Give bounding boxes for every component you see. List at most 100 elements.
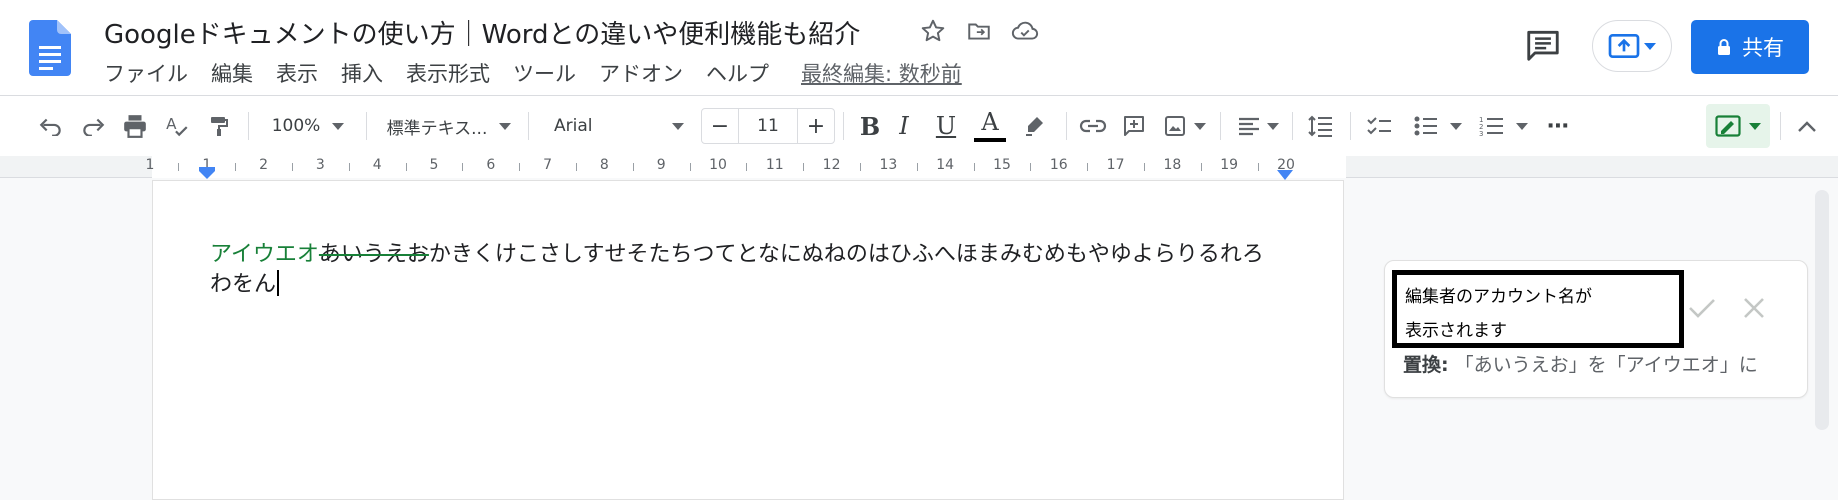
menu-addons[interactable]: アドオン xyxy=(599,58,683,88)
ruler-tick xyxy=(178,163,180,171)
ruler-tick xyxy=(803,163,805,171)
document-page[interactable] xyxy=(152,180,1344,500)
suggested-deletion[interactable]: あいうえお xyxy=(319,242,429,267)
bold-button[interactable]: B xyxy=(852,96,888,156)
replace-description: 置換: 「あいうえお」を「アイウエオ」に xyxy=(1403,350,1758,377)
font-size-input[interactable]: 11 xyxy=(738,109,798,143)
reject-suggestion-icon[interactable] xyxy=(1736,290,1772,326)
chevron-down-icon xyxy=(1194,122,1206,130)
suggesting-mode-button[interactable] xyxy=(1706,104,1770,148)
accept-suggestion-icon[interactable] xyxy=(1684,290,1720,326)
ruler-label: 5 xyxy=(429,157,439,173)
menu-view[interactable]: 表示 xyxy=(276,58,318,88)
paint-format-icon[interactable] xyxy=(202,96,236,156)
ruler-label: 13 xyxy=(879,157,898,173)
underline-button[interactable]: U xyxy=(928,96,964,156)
link-icon[interactable] xyxy=(1074,96,1112,156)
share-label: 共有 xyxy=(1742,36,1784,60)
ruler-label: 3 xyxy=(315,157,325,173)
body-text: わをん xyxy=(210,272,277,297)
collapse-menus-icon[interactable] xyxy=(1790,96,1824,156)
ruler-tick xyxy=(405,163,407,171)
zoom-select[interactable]: 100% xyxy=(260,96,356,156)
add-comment-icon[interactable] xyxy=(1116,96,1152,156)
ruler-label: 1 xyxy=(145,157,155,173)
print-icon[interactable] xyxy=(118,96,152,156)
document-line-1[interactable]: アイウエオあいうえおかきくけこさしすせそたちつてとなにぬねのはひふへほまみむめも… xyxy=(210,236,1264,268)
insert-image-icon[interactable] xyxy=(1160,96,1210,156)
align-icon[interactable] xyxy=(1234,96,1282,156)
ruler-label: 9 xyxy=(656,157,666,173)
chevron-down-icon xyxy=(672,122,684,130)
menu-file[interactable]: ファイル xyxy=(104,58,188,88)
annotation-line: 表示されます xyxy=(1405,321,1507,341)
checklist-icon[interactable] xyxy=(1360,96,1398,156)
spellcheck-icon[interactable]: A xyxy=(160,96,194,156)
ruler-label: 6 xyxy=(486,157,496,173)
text-cursor xyxy=(277,270,280,296)
ruler-tick xyxy=(689,163,691,171)
body-text: かきくけこさしすせそたちつてとなにぬねのはひふへほまみむめもやゆよらりるれろ xyxy=(428,242,1264,267)
increase-font-size-button[interactable]: + xyxy=(798,109,834,143)
left-indent-marker[interactable] xyxy=(199,164,215,179)
ruler-label: 10 xyxy=(709,157,727,173)
menu-edit[interactable]: 編集 xyxy=(211,58,253,88)
share-button[interactable]: 共有 xyxy=(1691,20,1809,74)
ruler-label: 7 xyxy=(543,157,553,173)
decrease-font-size-button[interactable]: − xyxy=(702,109,738,143)
undo-icon[interactable] xyxy=(34,96,68,156)
right-indent-marker[interactable] xyxy=(1277,165,1293,180)
bulleted-list-dropdown[interactable] xyxy=(1446,96,1466,156)
move-to-folder-icon[interactable] xyxy=(964,16,994,46)
menu-format[interactable]: 表示形式 xyxy=(406,58,490,88)
numbered-list-icon[interactable]: 123 xyxy=(1474,96,1510,156)
highlight-icon[interactable] xyxy=(1016,96,1052,156)
ruler-tick xyxy=(348,163,350,171)
suggested-insertion[interactable]: アイウエオ xyxy=(210,242,319,267)
ruler-label: 8 xyxy=(599,157,609,173)
menu-help[interactable]: ヘルプ xyxy=(706,58,769,88)
ruler-label: 12 xyxy=(822,157,841,173)
ruler-tick xyxy=(916,163,918,171)
style-select[interactable]: 標準テキス... xyxy=(378,96,520,156)
bulleted-list-icon[interactable] xyxy=(1406,96,1446,156)
lock-icon xyxy=(1718,39,1730,55)
chevron-down-icon xyxy=(1267,122,1279,130)
vertical-scrollbar[interactable] xyxy=(1815,190,1829,430)
docs-logo-icon[interactable] xyxy=(29,20,71,76)
document-line-2[interactable]: わをん xyxy=(210,266,280,298)
ruler-label: 4 xyxy=(372,157,382,173)
chevron-down-icon xyxy=(1749,122,1761,130)
numbered-list-dropdown[interactable] xyxy=(1512,96,1532,156)
chevron-down-icon xyxy=(1516,122,1528,130)
present-button[interactable] xyxy=(1592,20,1672,72)
menu-insert[interactable]: 挿入 xyxy=(341,58,383,88)
ruler-tick xyxy=(576,163,577,171)
ruler-tick xyxy=(1087,163,1089,171)
ruler-tick xyxy=(1144,163,1145,171)
suggest-edit-icon xyxy=(1715,115,1741,137)
font-select[interactable]: Arial xyxy=(540,96,692,156)
comment-history-icon[interactable] xyxy=(1524,26,1562,64)
italic-button[interactable]: I xyxy=(886,96,922,156)
ruler-label: 14 xyxy=(936,157,955,173)
ruler-tick xyxy=(746,163,748,171)
ruler-tick xyxy=(973,163,975,171)
ruler-tick xyxy=(1030,163,1032,171)
star-icon[interactable] xyxy=(918,16,948,46)
cloud-saved-icon[interactable] xyxy=(1010,16,1040,46)
menu-tools[interactable]: ツール xyxy=(513,58,576,88)
document-title[interactable]: Googleドキュメントの使い方｜Wordとの違いや便利機能も紹介 xyxy=(104,14,860,51)
font-size-stepper[interactable]: − 11 + xyxy=(701,108,835,144)
chevron-down-icon xyxy=(1450,122,1462,130)
ruler-tick xyxy=(235,163,237,171)
ruler-tick xyxy=(519,163,521,171)
text-color-button[interactable]: A xyxy=(972,96,1008,156)
line-spacing-icon[interactable] xyxy=(1302,96,1340,156)
redo-icon[interactable] xyxy=(76,96,110,156)
svg-text:3: 3 xyxy=(1479,130,1483,137)
ruler-label: 19 xyxy=(1220,157,1239,173)
toolbar: A 100% 標準テキス... Arial − 11 + B I U A 1 2… xyxy=(0,96,1838,156)
more-options-icon[interactable]: ⋯ xyxy=(1540,96,1576,156)
last-edit-link[interactable]: 最終編集: 数秒前 xyxy=(801,58,962,88)
